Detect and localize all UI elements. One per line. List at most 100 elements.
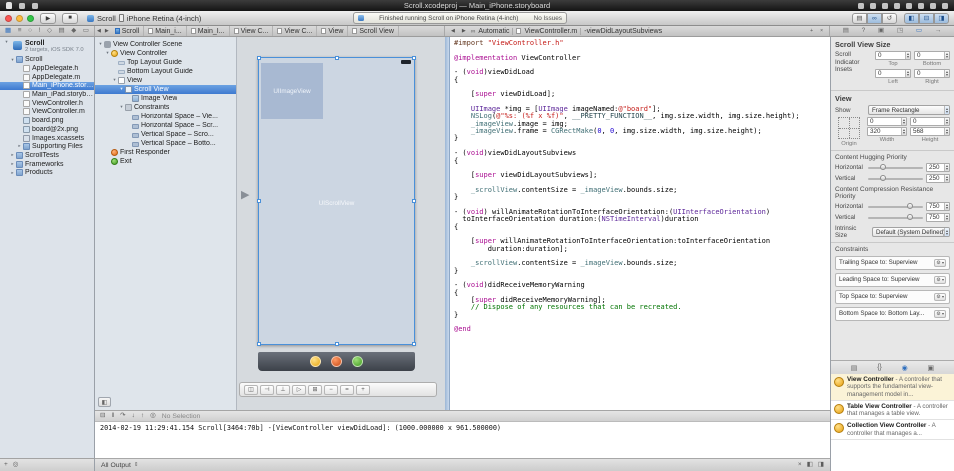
outline-item[interactable]: ▾View Controller Scene: [95, 40, 236, 49]
storyboard-canvas[interactable]: ▶ UIImageView UIScrollView ◫⊣⊥▷⊞−=+: [237, 37, 445, 410]
debug-navigator-icon[interactable]: ▤: [59, 28, 65, 35]
version-editor-button[interactable]: ↺: [882, 13, 897, 24]
trash-icon[interactable]: ×: [798, 462, 802, 469]
constraint-card[interactable]: Leading Space to: Superview⚙: [835, 273, 950, 287]
apple-menu-icon[interactable]: [6, 2, 12, 9]
navigator-item[interactable]: ▸ScrollTests: [0, 151, 94, 160]
find-navigator-icon[interactable]: ○: [28, 28, 32, 35]
breadcrumb-segment[interactable]: View C...: [273, 26, 317, 36]
selection-handle[interactable]: [257, 199, 261, 203]
selection-handle[interactable]: [412, 342, 416, 346]
library-item[interactable]: View Controller - A controller that supp…: [831, 374, 954, 401]
standard-editor-button[interactable]: ▤: [852, 13, 867, 24]
symbol-navigator-icon[interactable]: ≡: [18, 28, 22, 35]
menu-extra-icon[interactable]: [918, 3, 924, 9]
jumpbar-mode[interactable]: Automatic: [478, 28, 509, 35]
file-template-library-icon[interactable]: ▤: [851, 364, 858, 372]
project-navigator-icon[interactable]: ▦: [5, 28, 11, 35]
stepper[interactable]: [944, 175, 949, 182]
breadcrumb-segment[interactable]: Main_i...: [144, 26, 186, 36]
breadcrumb-segment[interactable]: Scroll View: [348, 26, 399, 36]
selection-handle[interactable]: [257, 56, 261, 60]
assistant-editor-button[interactable]: ∞: [867, 13, 882, 24]
clock-icon[interactable]: [942, 3, 948, 9]
disclosure-triangle[interactable]: ▸: [9, 171, 16, 176]
navigator-item[interactable]: ViewController.h: [0, 99, 94, 108]
disclosure-triangle[interactable]: ▾: [104, 51, 111, 56]
code-snippet-library-icon[interactable]: {}: [877, 364, 882, 371]
zoom-in-button[interactable]: +: [356, 385, 370, 395]
identity-inspector-icon[interactable]: ▣: [878, 28, 884, 35]
object-library-icon[interactable]: ◉: [902, 364, 908, 372]
navigator-item[interactable]: AppDelegate.m: [0, 73, 94, 82]
stepper[interactable]: [905, 70, 910, 77]
minimize-window-button[interactable]: [16, 15, 23, 22]
disclosure-triangle[interactable]: ▾: [9, 58, 16, 63]
gear-menu-button[interactable]: ⚙: [934, 276, 946, 284]
breadcrumb-segment[interactable]: View C...: [230, 26, 274, 36]
menu-extra-icon[interactable]: [858, 3, 864, 9]
outline-item[interactable]: First Responder: [95, 148, 236, 157]
test-navigator-icon[interactable]: ◇: [47, 28, 52, 35]
toggle-utilities-button[interactable]: ◨: [934, 13, 949, 24]
view-controller-scene[interactable]: UIImageView UIScrollView: [258, 57, 415, 345]
stepper[interactable]: [944, 214, 949, 221]
navigator-item[interactable]: ViewController.m: [0, 108, 94, 117]
initial-scene-indicator[interactable]: ▶: [241, 190, 249, 201]
outline-toggle-button[interactable]: ◫: [244, 385, 258, 395]
run-button[interactable]: ▶: [40, 13, 56, 24]
breadcrumb-segment[interactable]: Scroll: [111, 26, 145, 36]
navigator-item[interactable]: Images.xcassets: [0, 134, 94, 143]
stepper[interactable]: [944, 128, 949, 135]
stepper[interactable]: [944, 52, 949, 59]
selection-handle[interactable]: [412, 199, 416, 203]
history-back-button[interactable]: ◀: [95, 28, 103, 34]
step-into-icon[interactable]: ↓: [132, 413, 135, 420]
outline-item[interactable]: Exit: [95, 157, 236, 166]
attributes-inspector-icon[interactable]: ◳: [897, 28, 903, 35]
size-inspector-icon[interactable]: ▭: [916, 28, 922, 35]
selection-handle[interactable]: [335, 342, 339, 346]
close-window-button[interactable]: [5, 15, 12, 22]
selection-handle[interactable]: [257, 342, 261, 346]
menu-extra-icon[interactable]: [19, 3, 25, 9]
navigator-item[interactable]: AppDelegate.h: [0, 64, 94, 73]
source-editor[interactable]: #import "ViewController.h" @implementati…: [445, 37, 830, 410]
hugging-horizontal-field[interactable]: 250: [926, 163, 950, 172]
navigator-item[interactable]: board.png: [0, 116, 94, 125]
outline-item[interactable]: Vertical Space – Botto...: [95, 139, 236, 148]
outline-item[interactable]: Horizontal Space – Vie...: [95, 112, 236, 121]
resolve-auto-layout-button[interactable]: ▷: [292, 385, 306, 395]
navigator-item[interactable]: ▾Scroll: [0, 56, 94, 65]
menu-extra-icon[interactable]: [906, 3, 912, 9]
disclosure-triangle[interactable]: ▸: [9, 162, 16, 167]
library-item[interactable]: Collection View Controller - A controlle…: [831, 420, 954, 440]
outline-item[interactable]: Top Layout Guide: [95, 58, 236, 67]
compression-horizontal-slider[interactable]: [868, 206, 923, 208]
disclosure-triangle[interactable]: ▾: [3, 40, 10, 45]
compression-horizontal-field[interactable]: 750: [926, 202, 950, 211]
outline-item[interactable]: ▾View: [95, 76, 236, 85]
height-field[interactable]: 568: [910, 127, 950, 136]
console-right-pane-icon[interactable]: ◨: [818, 462, 824, 469]
output-filter-popup[interactable]: All Output: [101, 462, 131, 469]
filter-icon[interactable]: ◎: [13, 462, 19, 469]
gear-menu-button[interactable]: ⚙: [934, 293, 946, 301]
pin-button[interactable]: ⊥: [276, 385, 290, 395]
menu-extra-icon[interactable]: [32, 3, 38, 9]
stepper[interactable]: [944, 164, 949, 171]
pause-icon[interactable]: ‖: [111, 413, 114, 420]
align-button[interactable]: ⊣: [260, 385, 274, 395]
intrinsic-size-dropdown[interactable]: Default (System Defined): [872, 227, 950, 237]
compression-vertical-field[interactable]: 750: [926, 213, 950, 222]
selection-handle[interactable]: [335, 56, 339, 60]
inset-right-field[interactable]: 0: [914, 69, 950, 78]
code-text[interactable]: #import "ViewController.h" @implementati…: [454, 40, 829, 334]
stop-button[interactable]: ■: [62, 13, 78, 24]
navigator-item[interactable]: Main_iPad.storyboard: [0, 90, 94, 99]
gear-menu-button[interactable]: ⚙: [934, 259, 946, 267]
log-navigator-icon[interactable]: ▭: [83, 28, 89, 35]
console-left-pane-icon[interactable]: ◧: [807, 462, 813, 469]
constraint-card[interactable]: Trailing Space to: Superview⚙: [835, 256, 950, 270]
jumpbar-file[interactable]: ViewController.m: [524, 28, 577, 35]
